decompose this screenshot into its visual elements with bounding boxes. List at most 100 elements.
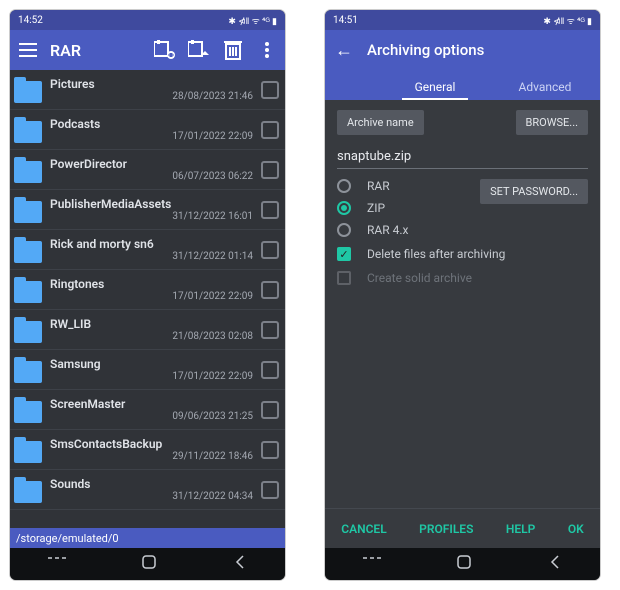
file-name: PowerDirector	[50, 157, 253, 171]
file-row[interactable]: Samsung17/01/2022 22:09	[10, 350, 285, 390]
folder-icon	[14, 441, 42, 463]
tabs: General Advanced	[325, 70, 600, 100]
row-checkbox[interactable]	[261, 201, 279, 219]
app-bar: RAR	[10, 30, 285, 70]
row-checkbox[interactable]	[261, 401, 279, 419]
trash-icon[interactable]	[221, 38, 245, 62]
folder-icon	[14, 121, 42, 143]
folder-icon	[14, 481, 42, 503]
add-archive-icon[interactable]	[153, 38, 177, 62]
checkbox-delete-after[interactable]: ✓ Delete files after archiving	[337, 247, 588, 261]
file-row[interactable]: Rick and morty sn631/12/2022 01:14	[10, 230, 285, 270]
row-checkbox[interactable]	[261, 161, 279, 179]
file-date: 29/11/2022 18:46	[50, 451, 253, 462]
path-bar[interactable]: /storage/emulated/0	[10, 528, 285, 548]
folder-icon	[14, 81, 42, 103]
row-checkbox[interactable]	[261, 121, 279, 139]
file-date: 28/08/2023 21:46	[50, 91, 253, 102]
file-date: 31/12/2022 01:14	[50, 251, 253, 262]
recents-icon[interactable]	[363, 555, 381, 574]
row-checkbox[interactable]	[261, 241, 279, 259]
folder-icon	[14, 201, 42, 223]
status-right: ✱ ⋪‖ ᯤ ⁴ᴳ ▮	[543, 14, 592, 27]
folder-icon	[14, 281, 42, 303]
file-date: 17/01/2022 22:09	[50, 131, 253, 142]
file-date: 06/07/2023 06:22	[50, 171, 253, 182]
file-row[interactable]: Sounds31/12/2022 04:34	[10, 470, 285, 510]
file-date: 31/12/2022 16:01	[50, 211, 253, 222]
file-row[interactable]: SmsContactsBackup29/11/2022 18:46	[10, 430, 285, 470]
app-title: RAR	[50, 41, 81, 60]
radio-rar4x[interactable]: RAR 4.x	[337, 223, 408, 237]
screen-title: Archiving options	[367, 41, 484, 59]
file-row[interactable]: Podcasts17/01/2022 22:09	[10, 110, 285, 150]
file-name: Rick and morty sn6	[50, 237, 253, 251]
file-row[interactable]: Ringtones17/01/2022 22:09	[10, 270, 285, 310]
row-checkbox[interactable]	[261, 321, 279, 339]
file-name: RW_LIB	[50, 317, 253, 331]
overflow-icon[interactable]	[255, 38, 279, 62]
file-row[interactable]: ScreenMaster09/06/2023 21:25	[10, 390, 285, 430]
file-list[interactable]: Pictures28/08/2023 21:46Podcasts17/01/20…	[10, 70, 285, 528]
menu-icon[interactable]	[16, 38, 40, 62]
back-icon[interactable]	[233, 554, 247, 574]
file-name: Pictures	[50, 77, 253, 91]
bottom-actions: CANCEL PROFILES HELP OK	[325, 508, 600, 548]
folder-icon	[14, 321, 42, 343]
nav-bar	[325, 548, 600, 580]
phone-left: 14:52 ✱ ⋪‖ ᯤ ⁴ᴳ ▮ RAR Pictures28/08/2023…	[10, 10, 285, 580]
file-name: Samsung	[50, 357, 253, 371]
row-checkbox[interactable]	[261, 441, 279, 459]
folder-icon	[14, 401, 42, 423]
file-name: Sounds	[50, 477, 253, 491]
file-date: 09/06/2023 21:25	[50, 411, 253, 422]
home-icon[interactable]	[456, 554, 472, 574]
archive-name-label: Archive name	[337, 110, 424, 135]
path-text: /storage/emulated/0	[16, 532, 119, 545]
file-row[interactable]: PublisherMediaAssets31/12/2022 16:01	[10, 190, 285, 230]
options-body: Archive name BROWSE... snaptube.zip RAR …	[325, 100, 600, 508]
status-time: 14:51	[333, 15, 358, 26]
folder-icon	[14, 361, 42, 383]
status-bar: 14:52 ✱ ⋪‖ ᯤ ⁴ᴳ ▮	[10, 10, 285, 30]
browse-button[interactable]: BROWSE...	[516, 110, 588, 135]
file-date: 17/01/2022 22:09	[50, 291, 253, 302]
row-checkbox[interactable]	[261, 81, 279, 99]
tab-general[interactable]: General	[380, 80, 490, 100]
ok-button[interactable]: OK	[568, 522, 584, 536]
phone-right: 14:51 ✱ ⋪‖ ᯤ ⁴ᴳ ▮ ← Archiving options Ge…	[325, 10, 600, 580]
row-checkbox[interactable]	[261, 361, 279, 379]
home-icon[interactable]	[141, 554, 157, 574]
file-date: 17/01/2022 22:09	[50, 371, 253, 382]
file-date: 31/12/2022 04:34	[50, 491, 253, 502]
help-button[interactable]: HELP	[506, 522, 535, 536]
app-bar: ← Archiving options	[325, 30, 600, 70]
recents-icon[interactable]	[48, 555, 66, 574]
file-name: PublisherMediaAssets	[50, 197, 253, 211]
extract-archive-icon[interactable]	[187, 38, 211, 62]
tab-advanced[interactable]: Advanced	[490, 80, 600, 100]
file-row[interactable]: RW_LIB21/08/2023 02:08	[10, 310, 285, 350]
archive-name-input[interactable]: snaptube.zip	[337, 145, 588, 169]
folder-icon	[14, 241, 42, 263]
back-icon[interactable]	[548, 554, 562, 574]
radio-rar[interactable]: RAR	[337, 179, 408, 193]
back-arrow-icon[interactable]: ←	[335, 40, 353, 61]
status-right: ✱ ⋪‖ ᯤ ⁴ᴳ ▮	[228, 14, 277, 27]
file-row[interactable]: Pictures28/08/2023 21:46	[10, 70, 285, 110]
file-name: Podcasts	[50, 117, 253, 131]
file-name: Ringtones	[50, 277, 253, 291]
status-bar: 14:51 ✱ ⋪‖ ᯤ ⁴ᴳ ▮	[325, 10, 600, 30]
file-row[interactable]: PowerDirector06/07/2023 06:22	[10, 150, 285, 190]
status-time: 14:52	[18, 15, 43, 26]
radio-zip[interactable]: ZIP	[337, 201, 408, 215]
nav-bar	[10, 548, 285, 580]
row-checkbox[interactable]	[261, 481, 279, 499]
cancel-button[interactable]: CANCEL	[341, 522, 386, 536]
profiles-button[interactable]: PROFILES	[419, 522, 473, 536]
row-checkbox[interactable]	[261, 281, 279, 299]
checkbox-solid-archive: Create solid archive	[337, 271, 588, 285]
set-password-button[interactable]: SET PASSWORD...	[480, 179, 588, 204]
folder-icon	[14, 161, 42, 183]
file-date: 21/08/2023 02:08	[50, 331, 253, 342]
